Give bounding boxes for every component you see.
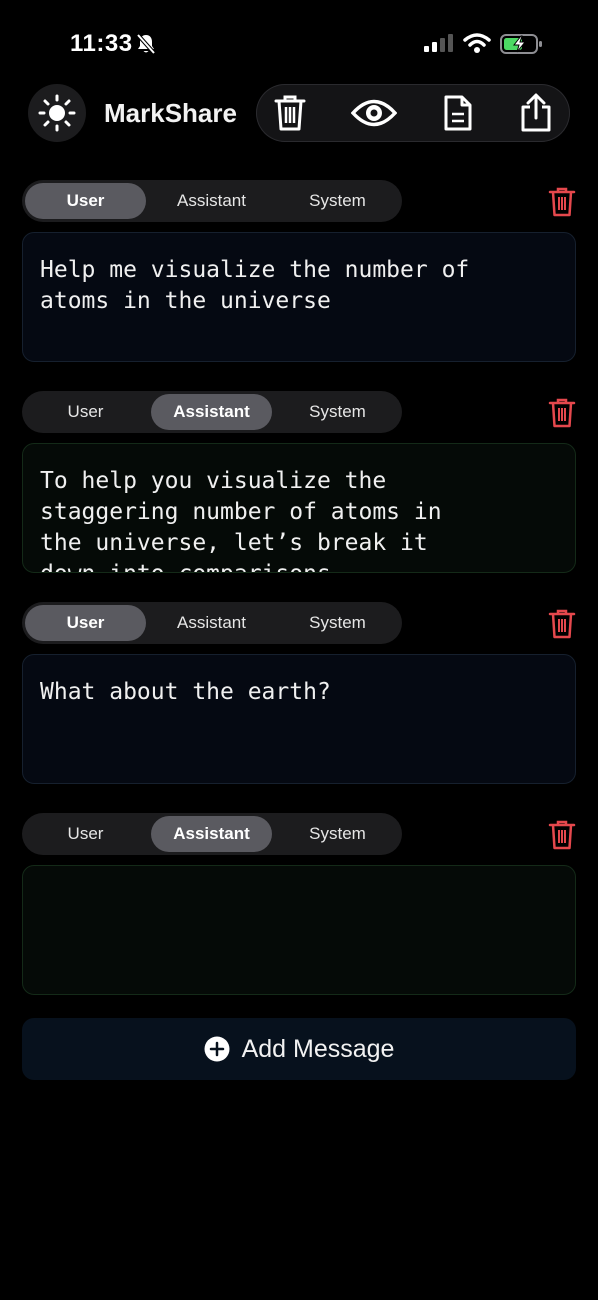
battery-charging-icon [500, 34, 542, 54]
wifi-icon [463, 33, 491, 53]
message-text-box[interactable]: Help me visualize the number of atoms in… [22, 232, 576, 362]
role-option-system[interactable]: System [277, 816, 398, 852]
role-option-system[interactable]: System [277, 394, 398, 430]
message-text: What about the earth? [40, 679, 331, 705]
message-text-box[interactable] [22, 865, 576, 995]
delete-all-button[interactable] [260, 84, 320, 142]
app-header: MarkShare [0, 82, 598, 146]
document-icon [444, 95, 472, 131]
delete-message-icon[interactable] [548, 397, 576, 429]
message-text: Help me visualize the number of atoms in… [40, 257, 470, 314]
cellular-signal-icon [424, 34, 453, 52]
role-picker: User Assistant System [22, 813, 402, 855]
status-bar: 11:33 [0, 0, 598, 80]
plus-circle-icon [204, 1036, 230, 1062]
message-text-box[interactable]: To help you visualize the staggering num… [22, 443, 576, 573]
status-time: 11:33 [70, 30, 133, 57]
role-option-system[interactable]: System [277, 183, 398, 219]
share-button[interactable] [506, 84, 566, 142]
role-option-assistant[interactable]: Assistant [151, 605, 272, 641]
add-message-button[interactable]: Add Message [22, 1018, 576, 1080]
delete-message-icon[interactable] [548, 608, 576, 640]
delete-message-icon[interactable] [548, 186, 576, 218]
role-option-assistant[interactable]: Assistant [151, 183, 272, 219]
preview-button[interactable] [344, 84, 404, 142]
role-option-assistant[interactable]: Assistant [151, 816, 272, 852]
add-message-label: Add Message [241, 1034, 395, 1063]
app-title: MarkShare [104, 98, 237, 128]
role-option-assistant[interactable]: Assistant [151, 394, 272, 430]
role-option-user[interactable]: User [25, 605, 146, 641]
sun-icon [38, 94, 76, 132]
delete-message-icon[interactable] [548, 819, 576, 851]
share-icon [521, 93, 551, 132]
theme-toggle-button[interactable] [28, 84, 86, 142]
role-picker: User Assistant System [22, 602, 402, 644]
toolbar [256, 84, 570, 142]
bell-slash-icon [136, 33, 156, 55]
role-option-user[interactable]: User [25, 816, 146, 852]
trash-icon [274, 95, 306, 131]
role-option-system[interactable]: System [277, 605, 398, 641]
role-option-user[interactable]: User [25, 183, 146, 219]
role-option-user[interactable]: User [25, 394, 146, 430]
eye-icon [351, 99, 397, 127]
role-picker: User Assistant System [22, 391, 402, 433]
message-text-box[interactable]: What about the earth? [22, 654, 576, 784]
export-document-button[interactable] [428, 84, 488, 142]
message-text: To help you visualize the staggering num… [40, 468, 442, 572]
role-picker: User Assistant System [22, 180, 402, 222]
